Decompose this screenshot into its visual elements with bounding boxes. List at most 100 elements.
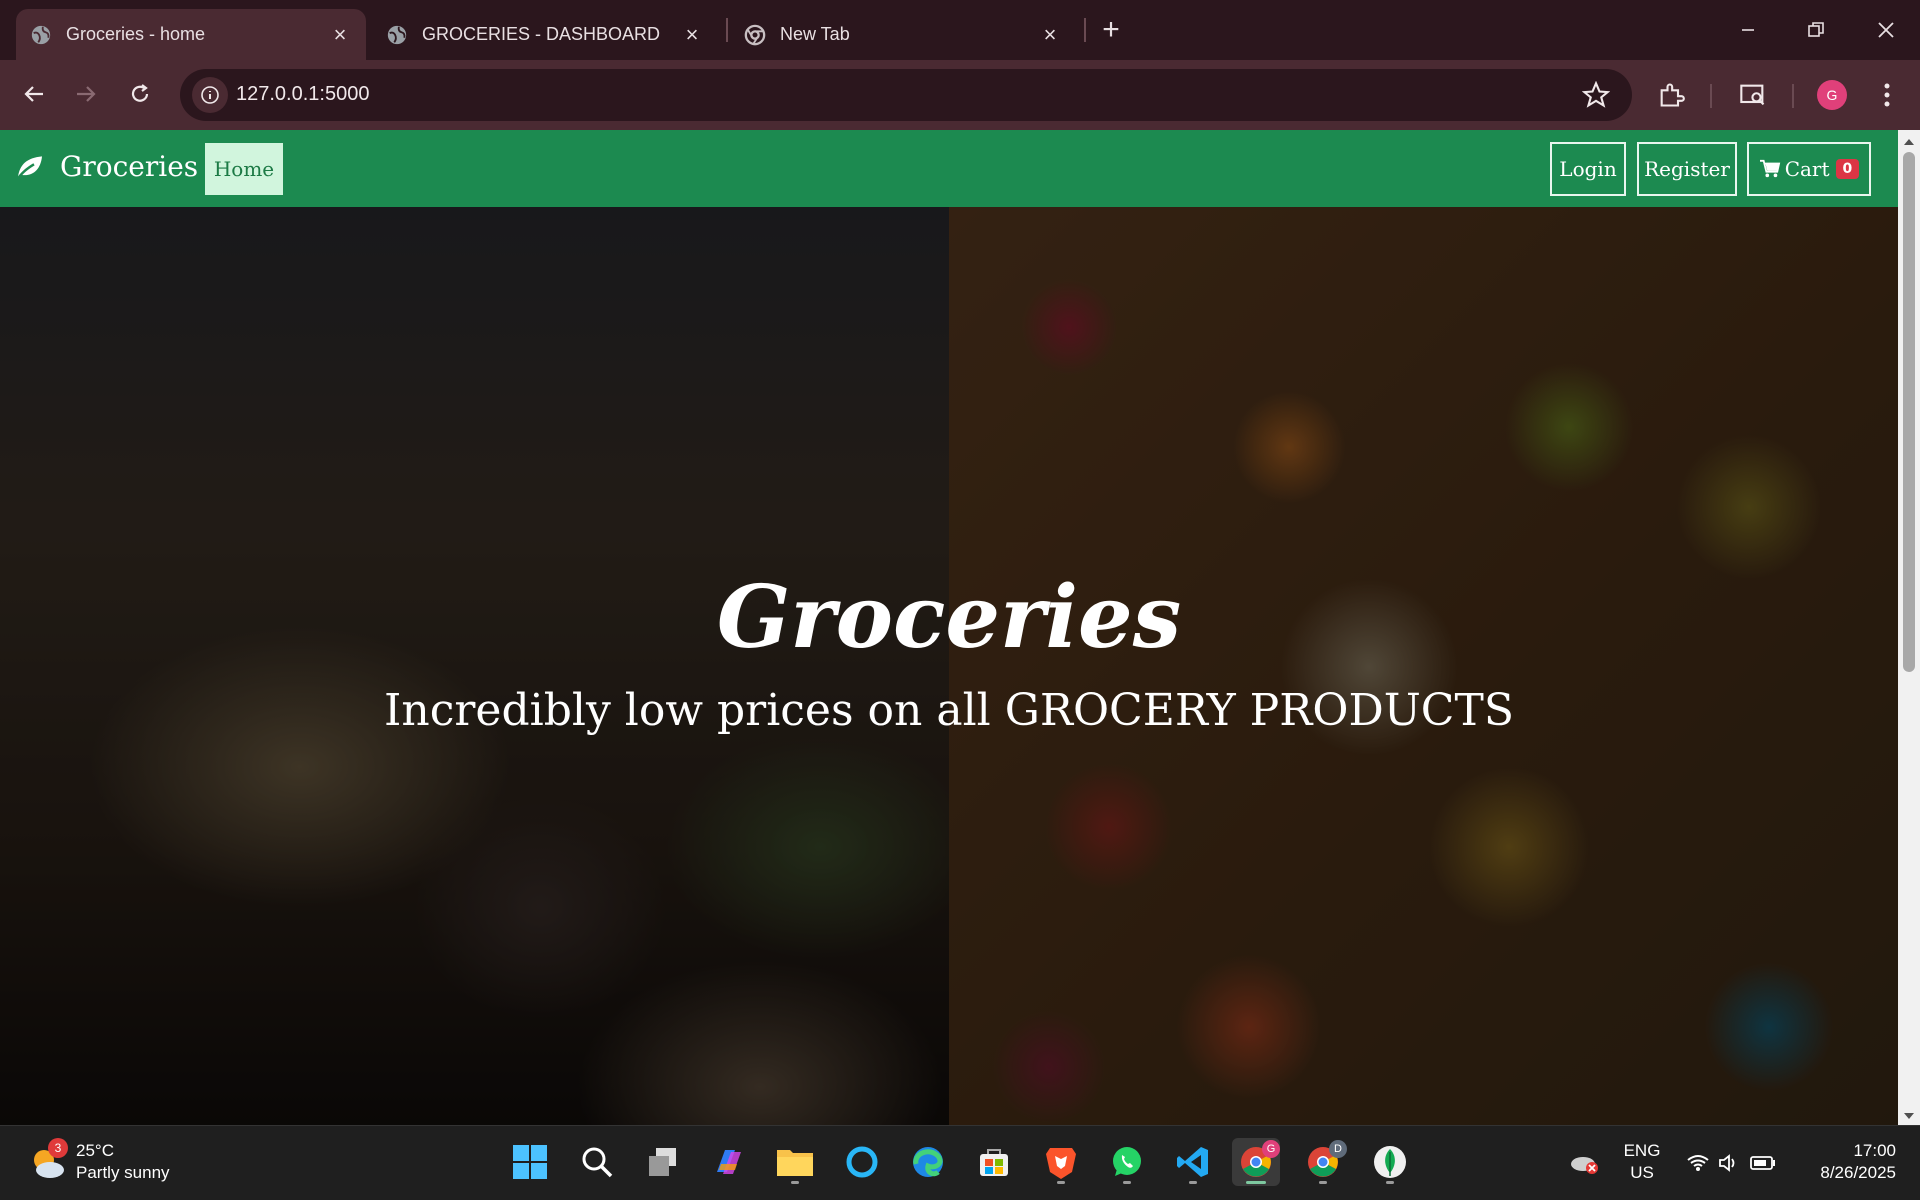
chrome-profile-badge: D: [1329, 1140, 1347, 1158]
weather-desc: Partly sunny: [76, 1163, 170, 1182]
partly-sunny-icon: 3: [28, 1138, 68, 1182]
scrollbar-thumb[interactable]: [1903, 152, 1915, 672]
tab-divider: [1084, 18, 1086, 42]
tab-groceries-dashboard[interactable]: GROCERIES - DASHBOARD ×: [372, 9, 718, 60]
clock-time: 17:00: [1853, 1141, 1896, 1160]
close-icon[interactable]: ×: [1038, 22, 1062, 47]
clock[interactable]: 17:00 8/26/2025: [1796, 1140, 1896, 1184]
hero-title: Groceries: [716, 567, 1182, 668]
close-window-button[interactable]: [1862, 10, 1910, 50]
copilot-app[interactable]: [705, 1138, 753, 1186]
running-indicator: [1386, 1181, 1394, 1184]
edge-app[interactable]: [904, 1138, 952, 1186]
tab-title: Groceries - home: [66, 24, 206, 44]
chrome-app-profile-g[interactable]: G: [1232, 1138, 1280, 1186]
keyboard-region: US: [1630, 1163, 1654, 1182]
profile-avatar[interactable]: G: [1817, 80, 1847, 110]
url-text[interactable]: 127.0.0.1:5000: [236, 83, 369, 106]
running-indicator: [1246, 1181, 1266, 1184]
hero-subtitle: Incredibly low prices on all GROCERY PRO…: [384, 685, 1514, 736]
weather-badge: 3: [48, 1138, 68, 1158]
weather-widget[interactable]: 3 25°C Partly sunny: [28, 1138, 170, 1184]
scroll-up-arrow-icon[interactable]: [1903, 136, 1915, 148]
hero-section: Groceries Incredibly low prices on all G…: [0, 207, 1898, 1125]
running-indicator: [791, 1181, 799, 1184]
close-icon: [1878, 22, 1894, 38]
arrow-right-icon: [77, 86, 96, 102]
restore-icon: [1808, 22, 1824, 37]
reload-button[interactable]: [120, 74, 160, 114]
globe-icon: [31, 25, 51, 44]
leaf-icon: [15, 155, 42, 181]
wifi-icon[interactable]: [1686, 1154, 1710, 1172]
onedrive-error-icon[interactable]: [1570, 1150, 1600, 1176]
restore-button[interactable]: [1792, 10, 1840, 50]
search-icon: [582, 1147, 613, 1178]
brave-app[interactable]: [1037, 1138, 1085, 1186]
language-indicator[interactable]: ENG US: [1614, 1140, 1670, 1184]
extensions-button[interactable]: [1654, 78, 1688, 112]
search-tabs-button[interactable]: [1736, 78, 1770, 112]
login-button[interactable]: Login: [1550, 142, 1626, 196]
mongodb-compass-app[interactable]: [1366, 1138, 1414, 1186]
battery-icon[interactable]: [1750, 1156, 1776, 1170]
scroll-down-arrow-icon[interactable]: [1903, 1110, 1915, 1122]
brave-lion-icon: [1046, 1148, 1076, 1179]
running-indicator: [1123, 1181, 1131, 1184]
close-icon[interactable]: ×: [328, 22, 352, 47]
folder-icon: [777, 1150, 813, 1176]
vscode-app[interactable]: [1169, 1138, 1217, 1186]
chrome-profile-badge: G: [1262, 1140, 1280, 1158]
new-tab-button[interactable]: +: [1096, 15, 1126, 46]
site-info-icon[interactable]: [192, 77, 228, 113]
minimize-icon: [1742, 29, 1754, 31]
site-navbar: Groceries Home Login Register Cart 0: [0, 130, 1898, 207]
forward-button[interactable]: [66, 74, 106, 114]
browser-tab-strip: Groceries - home × GROCERIES - DASHBOARD…: [0, 0, 1920, 60]
menu-button[interactable]: [1870, 78, 1904, 112]
windows-logo-icon: [513, 1145, 547, 1179]
page-viewport: Groceries Home Login Register Cart 0 Gro…: [0, 130, 1920, 1125]
whatsapp-app[interactable]: [1103, 1138, 1151, 1186]
arrow-left-icon: [24, 86, 43, 102]
copilot-icon: [717, 1150, 741, 1174]
cart-label: Cart: [1784, 157, 1830, 181]
running-indicator: [1189, 1181, 1197, 1184]
tab-title: GROCERIES - DASHBOARD: [422, 24, 661, 44]
start-button[interactable]: [506, 1138, 554, 1186]
tab-search-icon: [1740, 84, 1765, 106]
toolbar-divider: [1710, 84, 1712, 108]
reload-icon: [131, 84, 149, 102]
file-explorer-app[interactable]: [771, 1138, 819, 1186]
tab-new-tab[interactable]: New Tab ×: [730, 9, 1076, 60]
task-view-button[interactable]: [639, 1138, 687, 1186]
windows-taskbar: 3 25°C Partly sunny G D ENG US 17:00 8/2…: [0, 1125, 1920, 1200]
nav-home-link[interactable]: Home: [205, 143, 283, 195]
cart-count-badge: 0: [1835, 159, 1860, 179]
volume-icon[interactable]: [1718, 1154, 1740, 1172]
clock-date: 8/26/2025: [1820, 1163, 1896, 1182]
globe-icon: [387, 25, 407, 44]
tab-groceries-home[interactable]: Groceries - home ×: [16, 9, 366, 60]
back-button[interactable]: [14, 74, 54, 114]
address-bar[interactable]: 127.0.0.1:5000: [180, 69, 1632, 121]
minimize-button[interactable]: [1724, 10, 1772, 50]
running-indicator: [1057, 1181, 1065, 1184]
cortana-ring-icon: [846, 1146, 878, 1178]
site-brand[interactable]: Groceries: [14, 150, 198, 183]
register-button[interactable]: Register: [1637, 142, 1737, 196]
task-view-icon: [649, 1148, 676, 1176]
tab-divider: [726, 18, 728, 42]
more-vertical-icon: [1884, 83, 1890, 107]
cortana-app[interactable]: [838, 1138, 886, 1186]
cart-icon: [1759, 159, 1780, 178]
microsoft-store-app[interactable]: [970, 1138, 1018, 1186]
bookmark-star-icon[interactable]: [1582, 81, 1610, 109]
edge-icon: [913, 1147, 943, 1177]
cart-button[interactable]: Cart 0: [1747, 142, 1871, 196]
chrome-app-profile-d[interactable]: D: [1299, 1138, 1347, 1186]
puzzle-icon: [1660, 83, 1685, 107]
search-button[interactable]: [573, 1138, 621, 1186]
close-icon[interactable]: ×: [680, 22, 704, 47]
whatsapp-icon: [1113, 1147, 1141, 1176]
